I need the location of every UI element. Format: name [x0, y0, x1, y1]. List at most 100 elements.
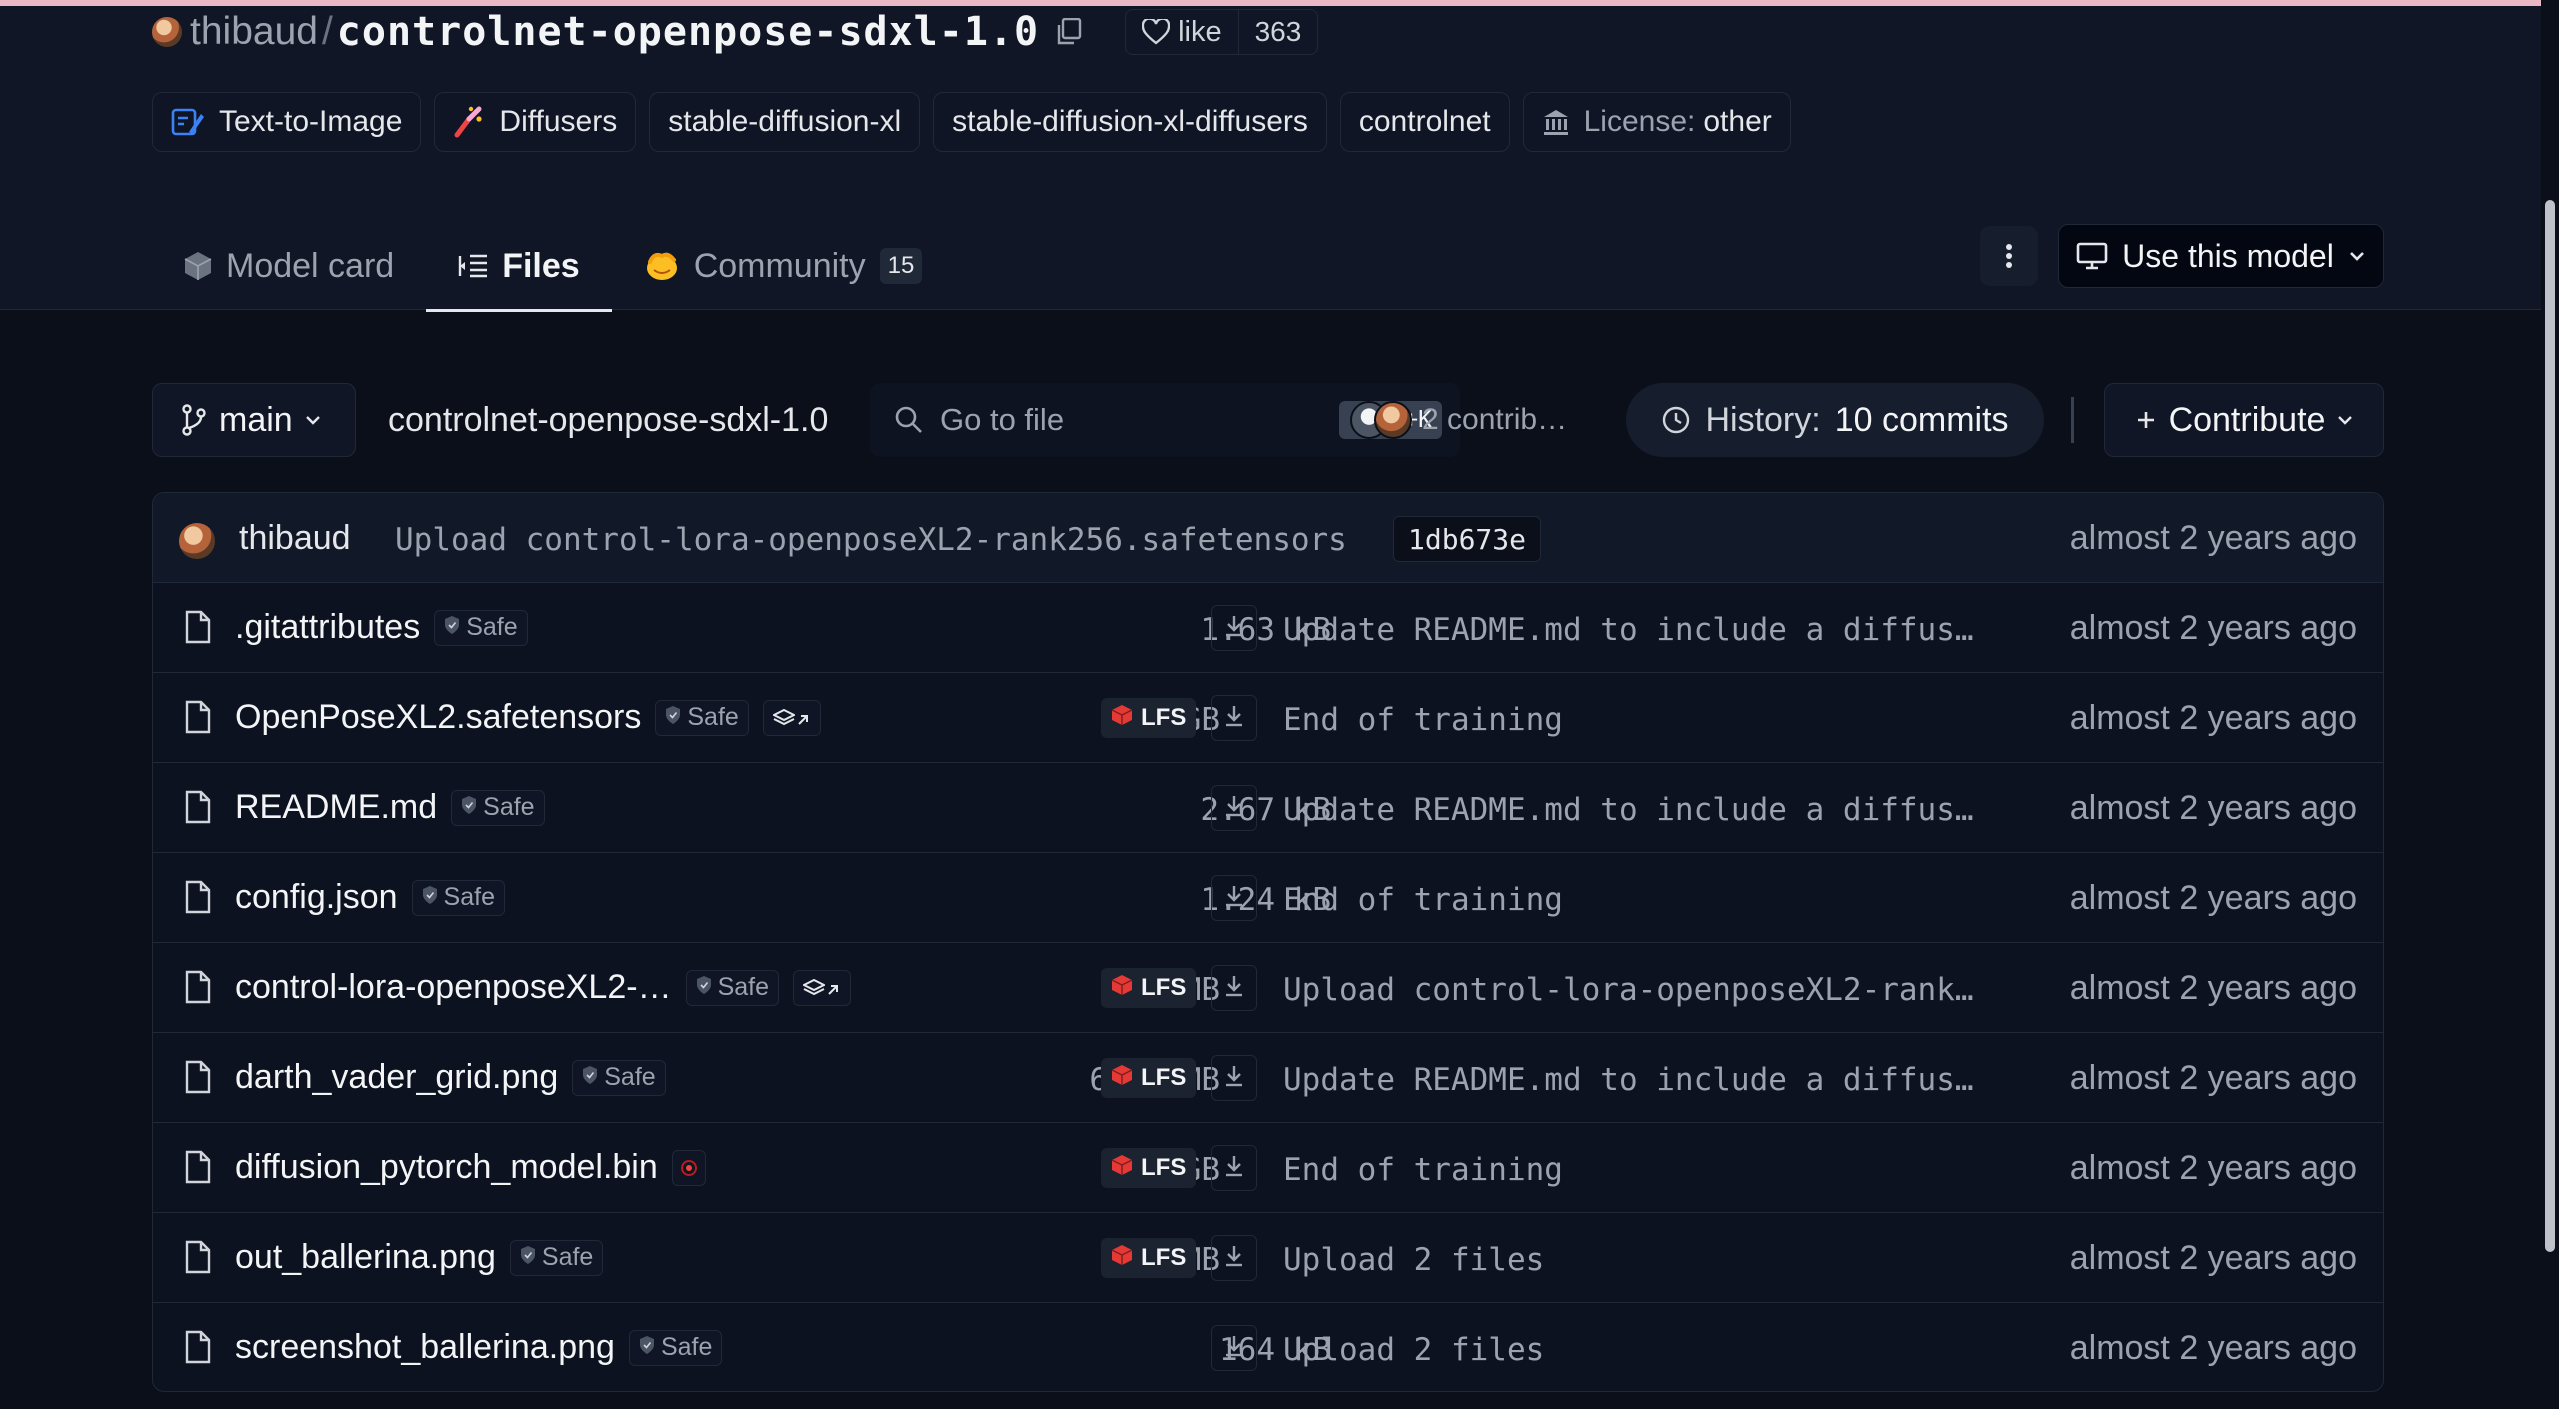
- file-name-link[interactable]: out_ballerina.png: [235, 1238, 496, 1277]
- safe-badge[interactable]: Safe: [572, 1059, 666, 1096]
- lfs-icon: [1111, 1244, 1133, 1273]
- tab-label: Community: [693, 246, 866, 285]
- file-name-link[interactable]: README.md: [235, 788, 437, 827]
- more-options-button[interactable]: [1980, 226, 2038, 286]
- contributors-link[interactable]: 2 contrib…: [1350, 401, 1567, 439]
- branch-name: main: [219, 400, 293, 439]
- clock-icon: [1663, 406, 1690, 434]
- safe-badge[interactable]: Safe: [655, 699, 749, 736]
- file-commit-message[interactable]: Upload 2 files: [1283, 1332, 1544, 1368]
- safe-badge[interactable]: Safe: [628, 1329, 723, 1366]
- like-button[interactable]: like: [1126, 10, 1238, 54]
- like-count[interactable]: 363: [1237, 10, 1318, 54]
- file-row[interactable]: .gitattributes Safe 1.63 kB Update README.m…: [153, 583, 2383, 673]
- file-row[interactable]: control-lora-openposeXL2-…Safe774 MBLFSU…: [153, 943, 2383, 1033]
- copy-icon[interactable]: [1053, 16, 1085, 48]
- file-commit-time: almost 2 years ago: [2069, 609, 2357, 647]
- commit-hash[interactable]: 1db673e: [1393, 516, 1542, 562]
- safe-badge[interactable]: Safe: [434, 609, 528, 646]
- community-count-badge: 15: [879, 248, 923, 284]
- download-icon: [1223, 1154, 1245, 1183]
- owner-avatar[interactable]: [152, 17, 182, 47]
- commit-message[interactable]: Upload control-lora-openposeXL2-rank256.…: [395, 522, 1347, 558]
- scrollbar-thumb[interactable]: [2545, 200, 2555, 1252]
- lfs-label: LFS: [1141, 704, 1187, 731]
- use-this-model-label: Use this model: [2122, 237, 2334, 274]
- file-name-link[interactable]: OpenPoseXL2.safetensors: [235, 698, 641, 737]
- download-icon: [1223, 974, 1245, 1003]
- repo-name[interactable]: controlnet-openpose-sdxl-1.0: [337, 9, 1039, 55]
- tag-stable-diffusion-xl-diffusers[interactable]: stable-diffusion-xl-diffusers: [933, 92, 1327, 152]
- file-name-link[interactable]: screenshot_ballerina.png: [235, 1328, 615, 1367]
- repo-owner-link[interactable]: thibaud: [190, 10, 318, 54]
- file-name-cell: diffusion_pytorch_model.bin: [235, 1148, 706, 1187]
- file-row[interactable]: diffusion_pytorch_model.bin5 GBLFSEnd of…: [153, 1123, 2383, 1213]
- download-button[interactable]: [1211, 1145, 1257, 1191]
- safe-label: Safe: [483, 793, 535, 821]
- file-row[interactable]: out_ballerina.pngSafe1.1 MBLFSUpload 2 f…: [153, 1213, 2383, 1303]
- file-name-link[interactable]: .gitattributes: [235, 608, 420, 647]
- download-button[interactable]: [1211, 1325, 1257, 1371]
- tag-license[interactable]: License: other: [1522, 92, 1791, 152]
- download-button[interactable]: [1211, 1235, 1257, 1281]
- file-name-cell: README.md Safe: [235, 788, 545, 827]
- file-row[interactable]: screenshot_ballerina.png Safe 164 kB Upload…: [153, 1303, 2383, 1391]
- safe-label: Safe: [443, 883, 495, 911]
- repo-path[interactable]: controlnet-openpose-sdxl-1.0: [388, 401, 828, 440]
- download-button[interactable]: [1211, 605, 1257, 651]
- file-name-link[interactable]: control-lora-openposeXL2-…: [235, 968, 672, 1007]
- file-commit-time: almost 2 years ago: [2069, 1329, 2357, 1367]
- chevron-down-icon: [305, 416, 320, 425]
- tab-files[interactable]: Files: [426, 222, 613, 312]
- download-button[interactable]: [1211, 965, 1257, 1011]
- tag-label: stable-diffusion-xl-diffusers: [952, 105, 1308, 138]
- file-name-link[interactable]: config.json: [235, 878, 398, 917]
- file-commit-message[interactable]: Update README.md to include a diffus…: [1283, 1062, 1974, 1098]
- download-button[interactable]: [1211, 695, 1257, 741]
- tag-diffusers[interactable]: Diffusers: [434, 92, 637, 152]
- search-icon: [895, 406, 922, 433]
- safe-label: Safe: [660, 1333, 713, 1361]
- file-commit-message[interactable]: End of training: [1283, 1152, 1563, 1188]
- license-prefix: License:: [1583, 105, 1696, 138]
- file-commit-message[interactable]: End of training: [1283, 882, 1563, 918]
- contribute-button[interactable]: Contribute: [2104, 383, 2384, 457]
- layers-external-icon: [801, 968, 841, 1007]
- stack-link-badge[interactable]: [762, 699, 821, 736]
- last-commit-row: thibaud Upload control-lora-openposeXL2-…: [153, 493, 2383, 583]
- stack-link-badge[interactable]: [793, 968, 852, 1007]
- commit-author-avatar[interactable]: [179, 523, 215, 559]
- safe-badge[interactable]: Safe: [685, 969, 780, 1006]
- tab-community[interactable]: Community 15: [612, 222, 955, 310]
- safe-badge[interactable]: Safe: [509, 1239, 604, 1276]
- file-commit-message[interactable]: Upload control-lora-openposeXL2-rank…: [1283, 972, 1974, 1008]
- file-row[interactable]: darth_vader_grid.pngSafe6.62 MBLFSUpdate…: [153, 1033, 2383, 1123]
- download-button[interactable]: [1211, 875, 1257, 921]
- safe-badge[interactable]: Safe: [411, 879, 505, 916]
- commit-author[interactable]: thibaud: [239, 519, 351, 558]
- scan-warning-icon: [679, 1148, 699, 1187]
- tag-controlnet[interactable]: controlnet: [1339, 92, 1510, 152]
- file-icon: [185, 1330, 211, 1369]
- tab-model-card[interactable]: Model card: [152, 222, 426, 310]
- safe-badge[interactable]: Safe: [451, 789, 545, 826]
- file-row[interactable]: OpenPoseXL2.safetensorsSafe5 GBLFSEnd of…: [153, 673, 2383, 763]
- tag-text-to-image[interactable]: Text-to-Image: [152, 92, 422, 152]
- file-name-link[interactable]: darth_vader_grid.png: [235, 1058, 558, 1097]
- file-commit-message[interactable]: Update README.md to include a diffus…: [1283, 612, 1974, 648]
- file-icon: [185, 970, 211, 1009]
- plus-icon: [2137, 412, 2154, 428]
- file-row[interactable]: config.json Safe 1.24 kB End of training alm…: [153, 853, 2383, 943]
- file-name-link[interactable]: diffusion_pytorch_model.bin: [235, 1148, 658, 1187]
- download-button[interactable]: [1211, 785, 1257, 831]
- tag-stable-diffusion-xl[interactable]: stable-diffusion-xl: [649, 92, 921, 152]
- file-row[interactable]: README.md Safe 2.67 kB Update README.md to …: [153, 763, 2383, 853]
- file-commit-message[interactable]: End of training: [1283, 702, 1563, 738]
- file-commit-message[interactable]: Update README.md to include a diffus…: [1283, 792, 1974, 828]
- history-button[interactable]: History: 10 commits: [1626, 383, 2044, 457]
- file-commit-message[interactable]: Upload 2 files: [1283, 1242, 1544, 1278]
- use-this-model-button[interactable]: Use this model: [2058, 224, 2384, 288]
- download-button[interactable]: [1211, 1055, 1257, 1101]
- branch-selector[interactable]: main: [152, 383, 356, 457]
- pickle-scan-badge[interactable]: [671, 1148, 706, 1187]
